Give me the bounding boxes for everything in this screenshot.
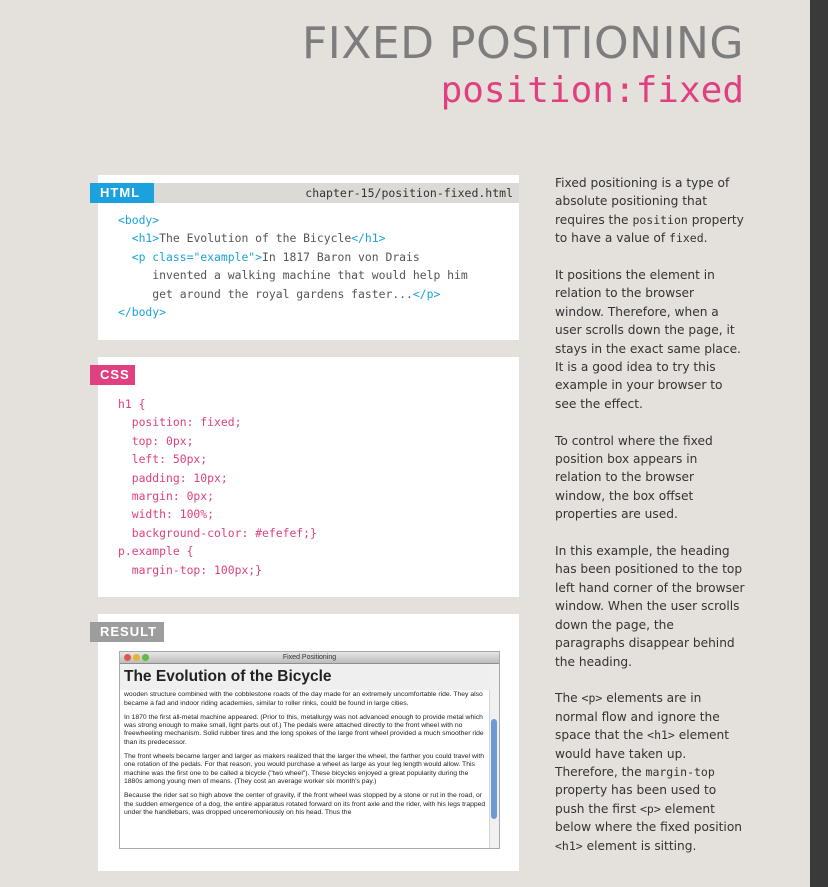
result-paragraph: In 1870 the first all-metal machine appe… [124, 713, 484, 746]
code-attr: class="example" [152, 249, 256, 264]
inline-code: <p> [581, 691, 603, 706]
code-tag: </p> [412, 286, 441, 301]
css-line: left: 50px; [118, 452, 208, 467]
css-line: background-color: #efefef;} [118, 525, 317, 540]
result-panel: RESULT Fixed Positioning The Evolution o… [90, 614, 519, 871]
explanation-text: Fixed positioning is a type of absolute … [555, 174, 745, 873]
page-subtitle: position:fixed [440, 70, 744, 111]
code-tag: > [255, 249, 263, 264]
inline-code: position [632, 212, 688, 227]
explanation-paragraph: In this example, the heading has been po… [555, 544, 745, 669]
code-tag: <p [131, 249, 153, 264]
html-code-block: <body> <h1>The Evolution of the Bicycle<… [118, 211, 468, 321]
browser-screenshot: Fixed Positioning The Evolution of the B… [119, 651, 500, 849]
scrollbar-thumb [491, 719, 497, 819]
close-window-icon [124, 654, 131, 661]
css-line: margin: 0px; [118, 489, 215, 504]
inline-code: <h1> [647, 728, 675, 743]
code-text: The Evolution of the Bicycle [159, 231, 352, 246]
css-line: top: 0px; [118, 433, 194, 448]
text: The [555, 691, 582, 706]
code-text: get around the royal gardens faster... [152, 286, 413, 301]
browser-content: The Evolution of the Bicycle the front w… [120, 664, 490, 848]
inline-code: <p> [639, 801, 661, 816]
css-code-block: h1 { position: fixed; top: 0px; left: 50… [118, 395, 317, 579]
code-tag: </body> [118, 305, 167, 320]
explanation-paragraph: It positions the element in relation to … [555, 268, 741, 411]
result-heading: The Evolution of the Bicycle [120, 664, 490, 690]
css-line: width: 100%; [118, 507, 215, 522]
page-edge-bar [810, 0, 828, 887]
text: . [703, 231, 708, 246]
file-path: chapter-15/position-fixed.html [305, 186, 513, 200]
result-body-text: the front wheel. This machine was known … [124, 683, 486, 823]
result-paragraph: Because the rider sat so high above the … [124, 792, 486, 816]
code-tag: <body> [118, 213, 160, 227]
browser-window-title: Fixed Positioning [282, 654, 337, 661]
inline-code: fixed [669, 231, 704, 246]
css-code-panel: CSS h1 { position: fixed; top: 0px; left… [90, 357, 519, 597]
browser-titlebar: Fixed Positioning [120, 652, 499, 664]
html-code-panel: HTML chapter-15/position-fixed.html <bod… [90, 175, 519, 340]
browser-scrollbar [489, 664, 499, 848]
css-line: position: fixed; [118, 415, 242, 430]
result-paragraph: The front wheels became larger and large… [124, 753, 485, 785]
css-line: margin-top: 100px;} [118, 562, 263, 577]
zoom-window-icon [142, 654, 149, 661]
explanation-paragraph: Fixed positioning is a type of absolute … [555, 174, 745, 248]
css-line: h1 { [118, 397, 146, 411]
inline-code: <h1> [555, 838, 583, 853]
code-tag: </h1> [351, 231, 386, 246]
page-title: FIXED POSITIONING [301, 18, 744, 69]
result-label: RESULT [90, 622, 164, 642]
code-tag: <h1> [131, 231, 160, 246]
code-text: invented a walking machine that would he… [152, 268, 468, 283]
css-label: CSS [90, 365, 135, 385]
code-text: In 1817 Baron von Drais [262, 249, 420, 264]
html-label: HTML [90, 183, 154, 203]
css-line: p.example { [118, 544, 194, 559]
explanation-paragraph: The <p> elements are in normal flow and … [555, 689, 745, 855]
css-line: padding: 10px; [118, 470, 228, 485]
inline-code: margin-top [645, 764, 715, 779]
text: element is sitting. [582, 838, 697, 853]
explanation-paragraph: To control where the fixed position box … [555, 433, 713, 522]
minimize-window-icon [133, 654, 140, 661]
